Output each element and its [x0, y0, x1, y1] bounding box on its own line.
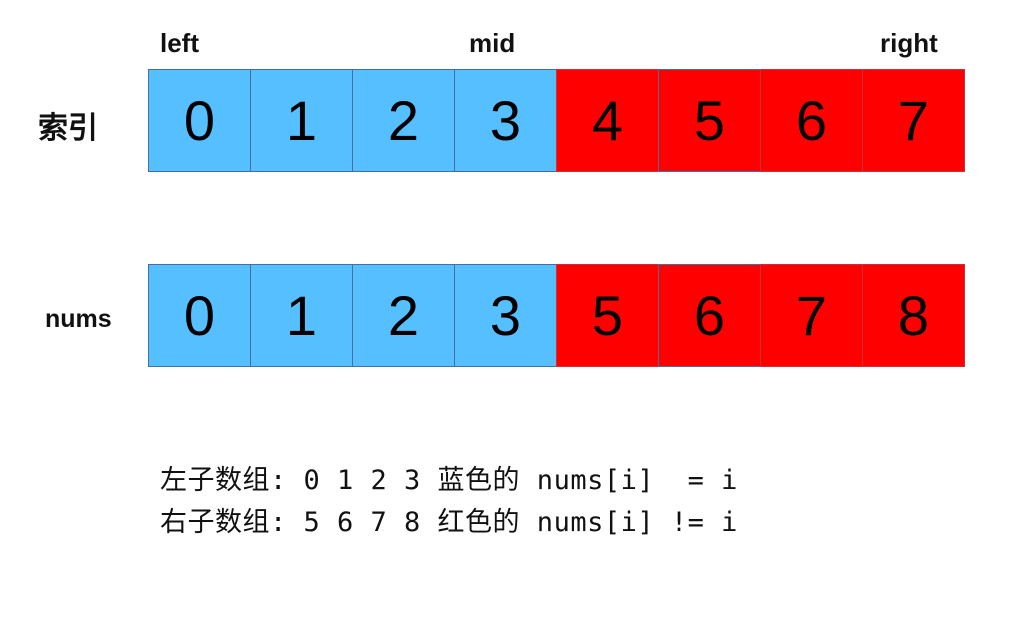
index-cell: 7 — [862, 69, 965, 172]
pointer-right-label: right — [880, 28, 938, 58]
pointer-mid-label: mid — [469, 28, 516, 58]
index-row-label: 索引 — [38, 111, 98, 146]
index-cell: 6 — [760, 69, 863, 172]
nums-cell: 2 — [352, 264, 455, 367]
index-cell: 4 — [556, 69, 659, 172]
nums-cell: 3 — [454, 264, 557, 367]
nums-cell: 7 — [760, 264, 863, 367]
index-cell: 0 — [148, 69, 251, 172]
nums-cell: 6 — [658, 264, 761, 367]
index-cell: 3 — [454, 69, 557, 172]
nums-array: 0 1 2 3 5 6 7 8 — [148, 264, 965, 367]
left-subarray-note: 左子数组: 0 1 2 3 蓝色的 nums[i] = i — [160, 465, 738, 496]
right-subarray-note: 右子数组: 5 6 7 8 红色的 nums[i] != i — [160, 507, 738, 538]
nums-cell: 1 — [250, 264, 353, 367]
nums-cell: 8 — [862, 264, 965, 367]
index-array: 0 1 2 3 4 5 6 7 — [148, 69, 965, 172]
index-cell: 5 — [658, 69, 761, 172]
nums-cell: 0 — [148, 264, 251, 367]
nums-row-label: nums — [45, 305, 112, 333]
index-cell: 1 — [250, 69, 353, 172]
pointer-left-label: left — [160, 28, 199, 58]
index-cell: 2 — [352, 69, 455, 172]
nums-cell: 5 — [556, 264, 659, 367]
